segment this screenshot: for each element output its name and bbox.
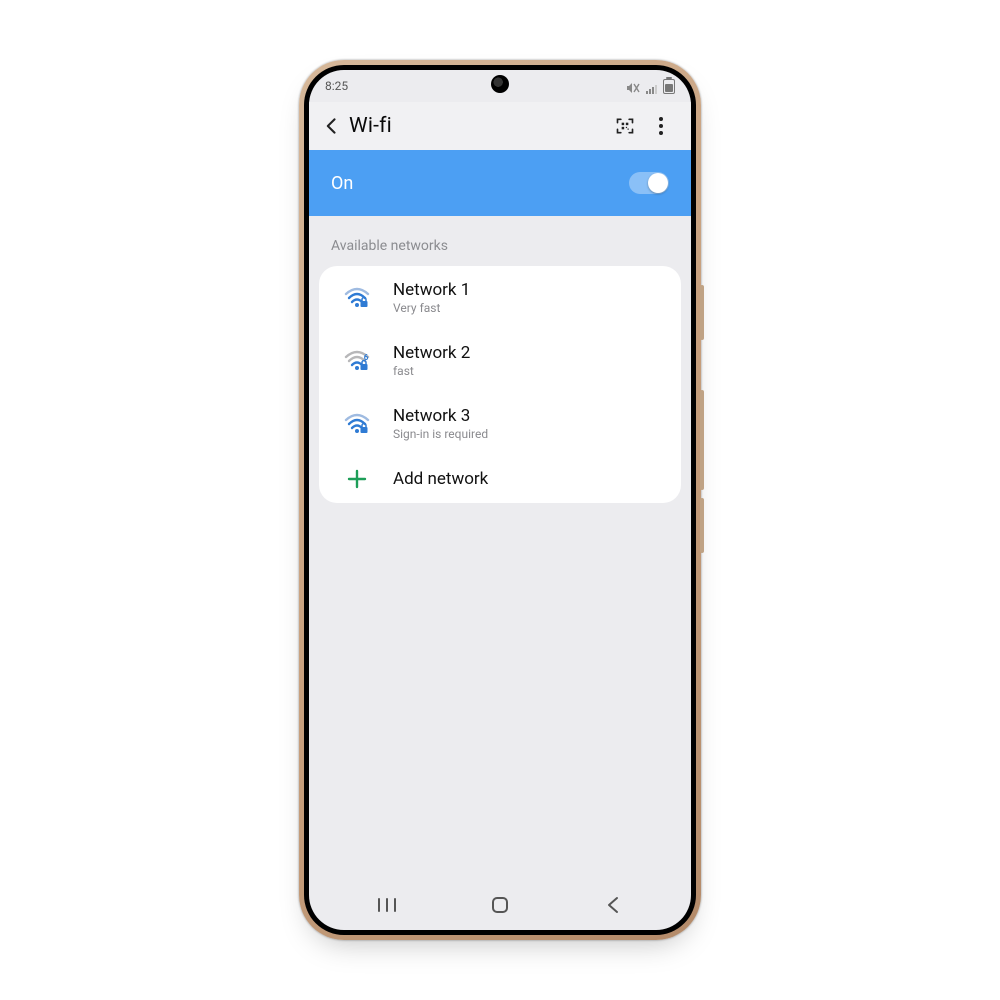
network-row[interactable]: Network 3 Sign-in is required — [319, 392, 681, 455]
phone-bezel: 8:25 Wi-fi — [304, 65, 696, 935]
plus-icon — [343, 469, 371, 489]
front-camera — [491, 75, 509, 93]
page-title: Wi-fi — [349, 114, 607, 138]
chevron-left-icon — [322, 116, 342, 136]
signal-icon — [646, 84, 657, 94]
network-status: Sign-in is required — [393, 427, 488, 441]
network-name: Network 2 — [393, 343, 470, 363]
recents-icon — [377, 898, 397, 912]
home-button[interactable] — [465, 890, 535, 920]
wifi6-secure-icon: 6 — [343, 350, 371, 372]
qr-code-icon — [615, 116, 635, 136]
network-name: Network 3 — [393, 406, 488, 426]
wifi-state-label: On — [331, 173, 353, 194]
kebab-icon — [659, 117, 663, 135]
clock: 8:25 — [325, 79, 348, 93]
network-row[interactable]: 6 Network 2 fast — [319, 329, 681, 392]
networks-list: Network 1 Very fast 6 — [319, 266, 681, 503]
mute-icon — [626, 82, 640, 94]
screen: 8:25 Wi-fi — [309, 70, 691, 930]
qr-scan-button[interactable] — [607, 108, 643, 144]
more-options-button[interactable] — [643, 108, 679, 144]
wifi-secure-icon — [343, 287, 371, 309]
status-icons — [626, 79, 675, 94]
nav-back-button[interactable] — [578, 890, 648, 920]
home-icon — [491, 896, 509, 914]
network-status: Very fast — [393, 301, 470, 315]
bixby-button — [700, 285, 704, 340]
network-name: Network 1 — [393, 280, 470, 300]
power-button — [700, 498, 704, 553]
network-status: fast — [393, 364, 470, 378]
wifi-secure-icon — [343, 413, 371, 435]
switch-knob — [648, 173, 668, 193]
wifi-switch[interactable] — [629, 172, 669, 194]
network-row[interactable]: Network 1 Very fast — [319, 266, 681, 329]
phone-mockup: 8:25 Wi-fi — [299, 60, 701, 940]
section-header-available-networks: Available networks — [309, 216, 691, 266]
volume-rocker — [700, 390, 704, 490]
battery-icon — [663, 79, 675, 94]
android-nav-bar — [309, 886, 691, 924]
wifi-master-toggle-row[interactable]: On — [309, 150, 691, 216]
app-bar: Wi-fi — [309, 102, 691, 150]
add-network-row[interactable]: Add network — [319, 455, 681, 503]
back-button[interactable] — [315, 109, 349, 143]
recents-button[interactable] — [352, 890, 422, 920]
add-network-label: Add network — [393, 469, 488, 489]
chevron-left-icon — [606, 896, 620, 914]
